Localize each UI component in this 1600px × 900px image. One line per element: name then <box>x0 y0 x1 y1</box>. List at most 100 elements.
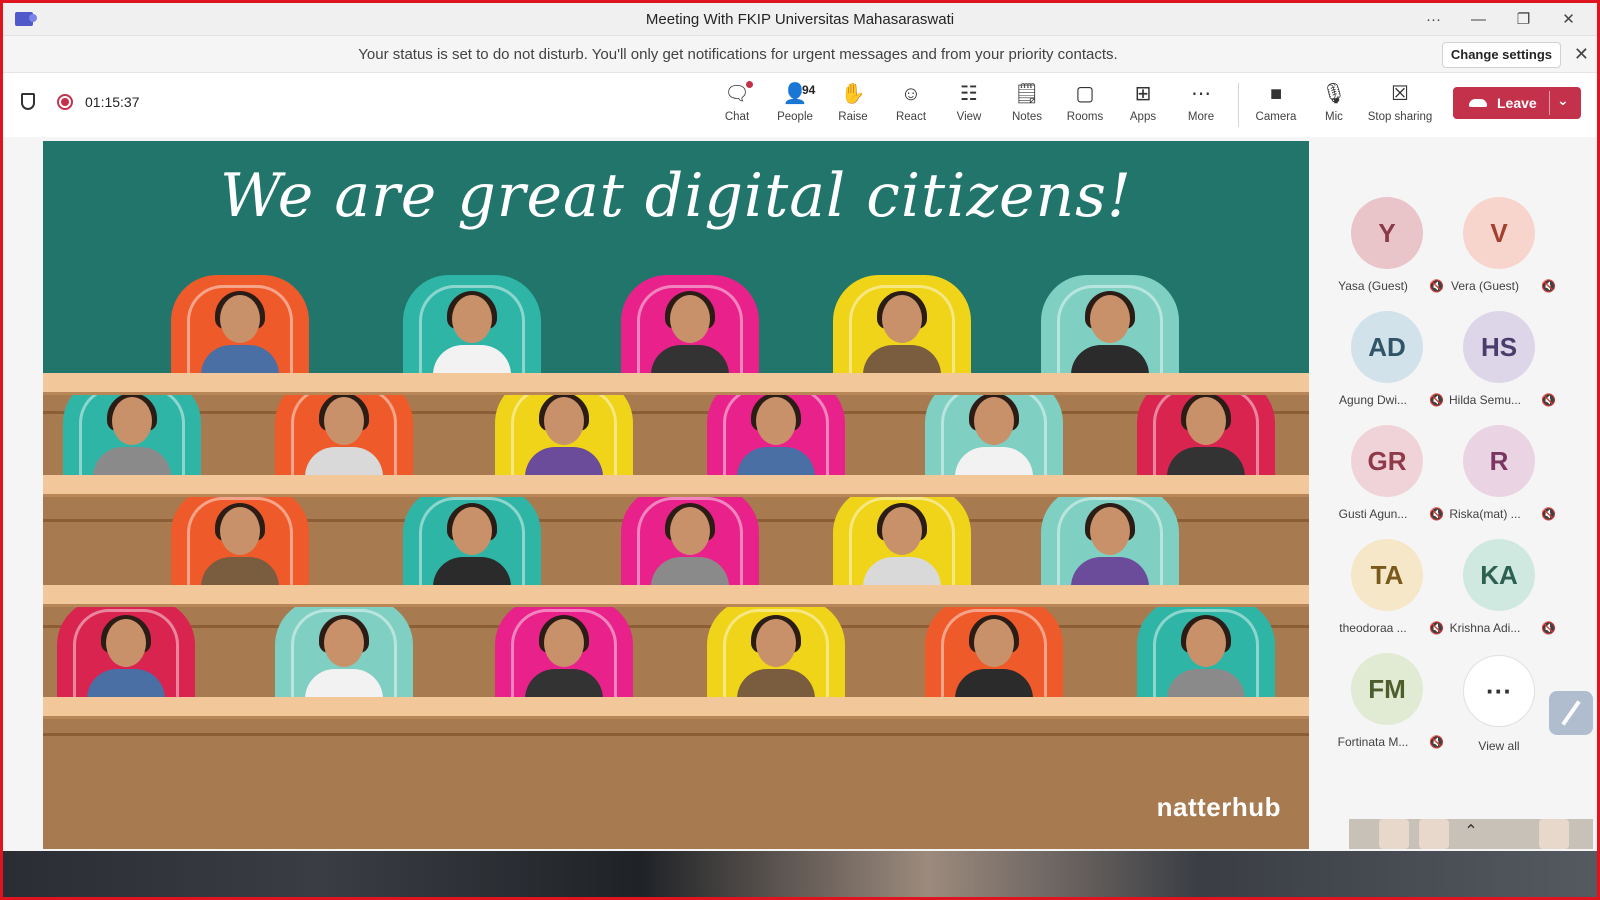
participant-tile[interactable]: KA Krishna Adi... 🔇 <box>1449 539 1556 651</box>
microphone-icon: 🎙 <box>1321 83 1347 105</box>
chat-icon: 🗨 <box>724 81 753 107</box>
toolbar-divider <box>1238 83 1239 127</box>
rooms-button[interactable]: ▢ Rooms <box>1056 81 1114 129</box>
seat <box>403 275 541 377</box>
view-all-tile[interactable]: ··· View all <box>1449 655 1549 767</box>
stop-sharing-button[interactable]: ☒ Stop sharing <box>1363 81 1437 129</box>
mic-label: Mic <box>1325 111 1343 123</box>
stop-sharing-icon: ☒ <box>1391 83 1409 105</box>
participant-tile[interactable]: HS Hilda Semu... 🔇 <box>1449 311 1556 423</box>
apps-label: Apps <box>1129 111 1157 123</box>
participant-name: Hilda Semu... <box>1448 393 1522 407</box>
participant-tile[interactable]: GR Gusti Agun... 🔇 <box>1337 425 1444 537</box>
close-notification-icon[interactable]: ✕ <box>1574 44 1589 65</box>
participant-video <box>305 615 383 701</box>
notes-button[interactable]: 🗒 Notes <box>998 81 1056 129</box>
people-count: 94 <box>802 83 816 97</box>
participant-name: Krishna Adi... <box>1449 621 1521 635</box>
participant-video <box>433 291 511 377</box>
chat-button[interactable]: 🗨 Chat <box>708 81 766 129</box>
mic-muted-icon: 🔇 <box>1429 735 1444 749</box>
auditorium-wall <box>43 381 1309 849</box>
chevron-down-icon[interactable]: ⌄ <box>1557 92 1569 109</box>
view-button[interactable]: ☷ View <box>940 81 998 129</box>
meeting-toolbar: 01:15:37 🗨 Chat 👤 94 People ✋ Raise ☺ Re… <box>3 73 1597 137</box>
seat <box>1137 599 1275 701</box>
wall-stripe <box>43 733 1309 736</box>
chevron-up-icon[interactable]: ⌃ <box>1459 821 1483 845</box>
participant-tile[interactable]: AD Agung Dwi... 🔇 <box>1337 311 1444 423</box>
mini-video-thumb <box>1539 819 1569 849</box>
avatar: AD <box>1351 311 1423 383</box>
participant-video <box>433 503 511 589</box>
restore-button[interactable]: ❐ <box>1501 10 1546 28</box>
participant-tile[interactable]: TA theodoraa ... 🔇 <box>1337 539 1444 651</box>
camera-button[interactable]: ■ Camera <box>1247 81 1305 129</box>
mic-button[interactable]: 🎙 Mic <box>1305 81 1363 129</box>
participant-video <box>525 615 603 701</box>
seat <box>1041 487 1179 589</box>
participant-video <box>525 393 603 479</box>
mic-muted-icon: 🔇 <box>1541 279 1556 293</box>
self-view-strip[interactable]: ⌃ <box>1349 819 1593 849</box>
participant-video <box>737 615 815 701</box>
participant-video <box>1167 393 1245 479</box>
participant-name: Riska(mat) ... <box>1449 507 1521 521</box>
slide-headline: We are great digital citizens! <box>219 161 1133 231</box>
teams-logo-icon <box>15 12 37 26</box>
rooms-icon: ▢ <box>1075 83 1095 105</box>
participant-tile[interactable]: V Vera (Guest) 🔇 <box>1449 197 1556 309</box>
participant-video <box>737 393 815 479</box>
participant-tile[interactable]: FM Fortinata M... 🔇 <box>1337 653 1444 765</box>
participant-video <box>1071 291 1149 377</box>
leave-divider <box>1549 91 1550 115</box>
camera-label: Camera <box>1255 111 1297 123</box>
participant-video <box>651 291 729 377</box>
more-label: More <box>1187 111 1215 123</box>
seat <box>403 487 541 589</box>
participant-video <box>955 393 1033 479</box>
close-button[interactable]: ✕ <box>1546 10 1591 28</box>
participant-video <box>201 291 279 377</box>
dnd-notification-bar: Your status is set to do not disturb. Yo… <box>3 35 1597 73</box>
seat <box>707 599 845 701</box>
participant-tile[interactable]: Y Yasa (Guest) 🔇 <box>1337 197 1444 309</box>
seat <box>57 599 195 701</box>
bench-plank <box>43 475 1309 497</box>
seat <box>1041 275 1179 377</box>
react-button[interactable]: ☺ React <box>882 81 940 129</box>
camera-feed-strip <box>3 851 1597 897</box>
avatar: HS <box>1463 311 1535 383</box>
participant-tile[interactable]: R Riska(mat) ... 🔇 <box>1449 425 1556 537</box>
more-button[interactable]: ⋯ More <box>1172 81 1230 129</box>
hand-icon: ✋ <box>840 83 866 105</box>
people-button[interactable]: 👤 94 People <box>766 81 824 129</box>
minimize-button[interactable]: — <box>1456 11 1501 28</box>
add-app-icon: ⊞ <box>1134 83 1152 105</box>
change-settings-button[interactable]: Change settings <box>1441 42 1561 68</box>
smiley-icon: ☺ <box>900 83 922 105</box>
more-options-icon[interactable]: ··· <box>1411 11 1456 28</box>
participant-video <box>87 615 165 701</box>
notes-icon: 🗒 <box>1014 83 1040 105</box>
avatar: V <box>1463 197 1535 269</box>
leave-button[interactable]: Leave ⌄ <box>1453 87 1581 119</box>
unread-dot <box>745 81 753 88</box>
participants-panel: Y Yasa (Guest) 🔇 V Vera (Guest) 🔇 AD Agung Dwi.… <box>1313 141 1597 849</box>
ellipsis-icon: ··· <box>1486 675 1512 706</box>
stop-sharing-label: Stop sharing <box>1367 111 1433 123</box>
participant-video <box>1167 615 1245 701</box>
grid-view-icon: ☷ <box>960 83 978 105</box>
seat <box>171 487 309 589</box>
notes-label: Notes <box>1011 111 1043 123</box>
shield-icon[interactable] <box>21 93 35 110</box>
avatar: FM <box>1351 653 1423 725</box>
participant-name: Agung Dwi... <box>1338 393 1408 407</box>
avatar: GR <box>1351 425 1423 497</box>
pen-tool-icon[interactable] <box>1549 691 1593 735</box>
raise-hand-button[interactable]: ✋ Raise <box>824 81 882 129</box>
mini-video-thumb <box>1419 819 1449 849</box>
apps-button[interactable]: ⊞ Apps <box>1114 81 1172 129</box>
participant-video <box>863 291 941 377</box>
camera-icon: ■ <box>1269 83 1283 105</box>
